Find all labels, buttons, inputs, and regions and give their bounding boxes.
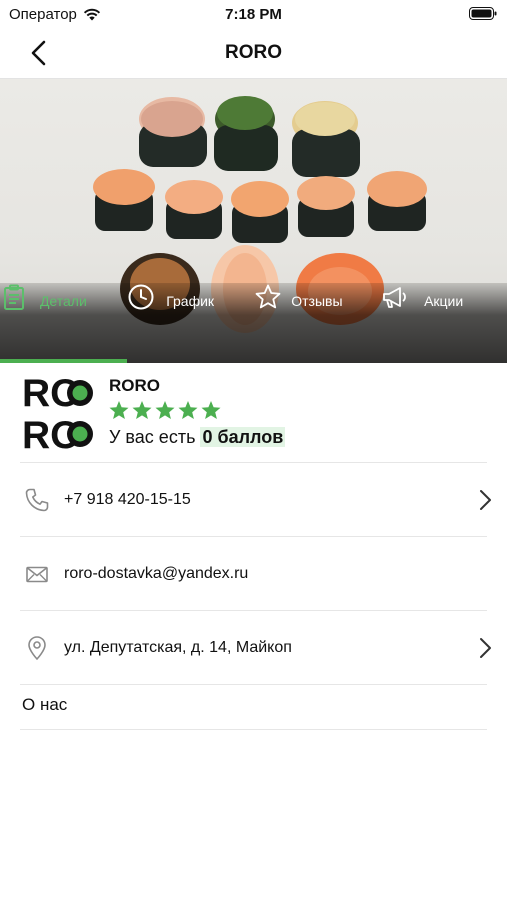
restaurant-name: RORO: [109, 376, 160, 395]
contact-list: +7 918 420-15-15 roro-dostavka@yandex.ru…: [20, 462, 491, 730]
star-filled-icon: [155, 401, 175, 419]
star-filled-icon: [201, 401, 221, 419]
points-prefix: У вас есть: [109, 427, 201, 447]
email-address: roro-dostavka@yandex.ru: [64, 565, 249, 582]
phone-icon: [25, 488, 49, 512]
active-tab-indicator: [0, 359, 127, 363]
tab-promotions[interactable]: Акции: [380, 283, 507, 363]
chevron-right-icon: [480, 638, 491, 658]
points-value: 0 баллов: [200, 427, 286, 447]
email-row[interactable]: roro-dostavka@yandex.ru: [20, 536, 487, 610]
restaurant-logo: RO RO: [22, 372, 93, 450]
restaurant-cover-image: Детали График Отзывы Акции: [0, 79, 507, 363]
tab-promotions-label: Акции: [424, 293, 464, 309]
restaurant-header: RO RO RORO У вас есть 0 баллов: [22, 372, 492, 452]
status-bar: Оператор 7:18 PM: [0, 0, 507, 28]
star-outline-icon: [255, 284, 280, 309]
tab-schedule-label: График: [166, 293, 215, 309]
phone-row[interactable]: +7 918 420-15-15: [20, 462, 491, 536]
tab-bar: Детали График Отзывы Акции: [0, 283, 507, 363]
loyalty-points: У вас есть 0 баллов: [109, 427, 286, 448]
rating-stars: [108, 400, 222, 421]
battery-icon: [469, 7, 497, 20]
star-filled-icon: [109, 401, 129, 419]
clock-icon: [128, 284, 154, 310]
tab-reviews-label: Отзывы: [291, 293, 343, 309]
envelope-icon: [26, 566, 48, 583]
clipboard-icon: [4, 284, 24, 310]
chevron-right-icon: [480, 490, 491, 510]
star-filled-icon: [132, 401, 152, 419]
tab-schedule[interactable]: График: [127, 283, 254, 363]
tab-details[interactable]: Детали: [0, 283, 127, 363]
megaphone-icon: [383, 287, 407, 308]
star-filled-icon: [178, 401, 198, 419]
tab-details-label: Детали: [39, 293, 87, 309]
address-text: ул. Депутатская, д. 14, Майкоп: [64, 639, 292, 656]
about-label: О нас: [22, 695, 68, 714]
navigation-bar: RORO: [0, 28, 507, 79]
phone-number: +7 918 420-15-15: [64, 491, 191, 508]
address-row[interactable]: ул. Депутатская, д. 14, Майкоп: [20, 610, 491, 684]
about-section[interactable]: О нас: [20, 684, 487, 730]
page-title: RORO: [225, 42, 282, 63]
location-pin-icon: [28, 636, 46, 661]
status-time: 7:18 PM: [225, 6, 282, 23]
tab-reviews[interactable]: Отзывы: [254, 283, 381, 363]
